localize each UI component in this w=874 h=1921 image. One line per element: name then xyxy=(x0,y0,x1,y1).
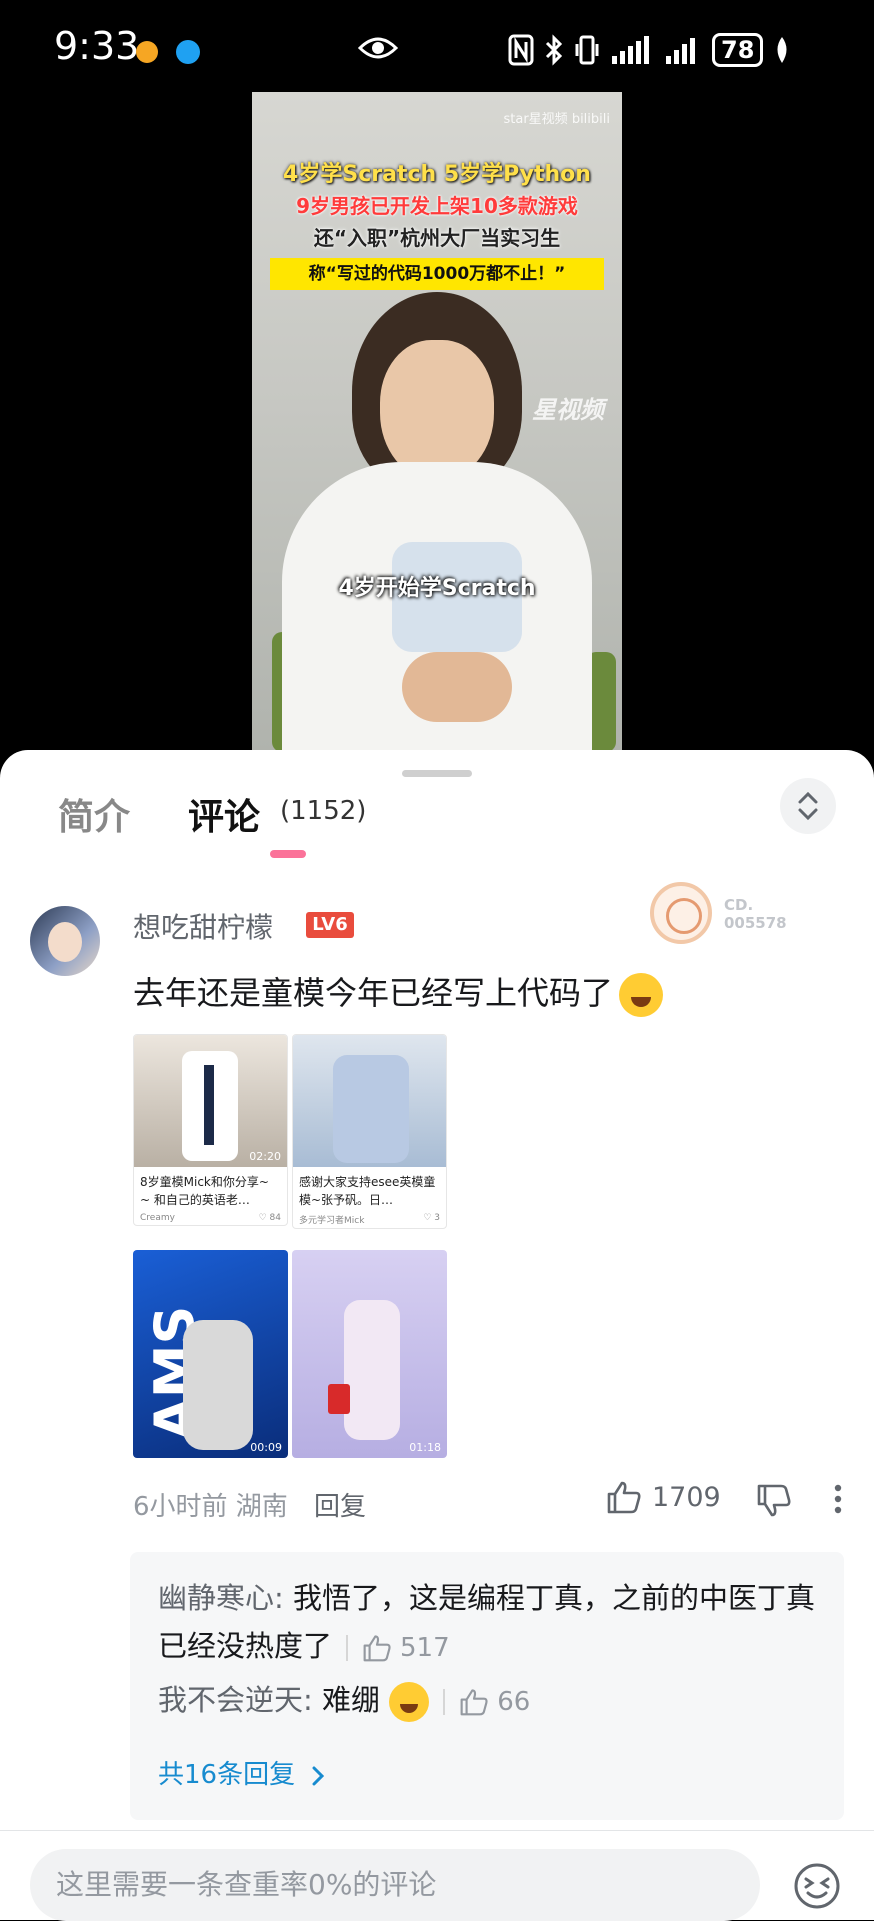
video-card-author: 多元学习者Mick xyxy=(299,1216,365,1226)
view-all-replies-link[interactable]: 共16条回复 xyxy=(158,1754,325,1791)
avatar[interactable] xyxy=(30,906,100,976)
video-card-2[interactable]: 感谢大家支持esee英模童模~张予矾。日… 多元学习者Mick ♡ 3 xyxy=(292,1034,447,1229)
tab-intro[interactable]: 简介 xyxy=(58,788,130,840)
leaf-icon xyxy=(777,37,787,63)
video-duration: 02:20 xyxy=(249,1150,281,1163)
comment-time-location: 6小时前 湖南 xyxy=(133,1492,288,1522)
comment-username[interactable]: 想吃甜柠檬 xyxy=(133,906,273,946)
comment-text: 去年还是童模今年已经写上代码了 xyxy=(133,974,614,1012)
video-card-author: Creamy xyxy=(140,1213,175,1223)
vibrate-icon xyxy=(575,35,599,65)
video-frame[interactable]: star星视频 bilibili 4岁学Scratch 5岁学Python 9岁… xyxy=(252,92,622,752)
video-card-thumbnail: 02:20 xyxy=(134,1035,287,1167)
video-card-3[interactable]: AMS 00:09 xyxy=(133,1250,288,1458)
comment-input-bar: 这里需要一条查重率0%的评论 xyxy=(0,1830,874,1921)
fan-badge-icon xyxy=(650,882,712,944)
like-count: 1709 xyxy=(652,1481,721,1513)
reply-text: 难绷 xyxy=(322,1683,381,1717)
more-vertical-icon xyxy=(834,1484,842,1514)
reply-like-button[interactable]: 66 xyxy=(459,1678,530,1726)
more-options-button[interactable] xyxy=(834,1484,842,1518)
video-duration: 00:09 xyxy=(250,1441,282,1454)
battery-indicator: 78 xyxy=(712,33,764,67)
thumbs-up-icon xyxy=(607,1481,641,1514)
laugh-cry-emoji-icon xyxy=(389,1682,430,1722)
like-button[interactable]: 1709 xyxy=(606,1480,721,1514)
view-all-replies-label: 共16条回复 xyxy=(158,1760,296,1790)
reply-like-count: 66 xyxy=(497,1687,531,1717)
thumbs-up-icon xyxy=(460,1689,488,1716)
video-watermark: star星视频 bilibili xyxy=(503,112,611,127)
status-bar: 9:33 78 xyxy=(0,0,874,100)
video-duration: 01:18 xyxy=(409,1441,441,1454)
video-logo: 星视频 xyxy=(532,396,604,424)
thumbnail-tie xyxy=(204,1065,214,1145)
fan-badge-number: CD. 005578 xyxy=(724,896,787,932)
video-person-face xyxy=(380,340,494,480)
divider xyxy=(443,1689,446,1715)
reply-item[interactable]: 我不会逆天: 难绷 66 xyxy=(158,1676,530,1726)
video-card-likes: ♡ 84 xyxy=(258,1213,281,1223)
video-card-1[interactable]: 02:20 8岁童模Mick和你分享~ ~ 和自己的英语老… Creamy ♡ … xyxy=(133,1034,288,1226)
thumbnail-figure xyxy=(333,1055,409,1163)
divider xyxy=(346,1635,349,1661)
thumbs-up-icon xyxy=(363,1635,391,1662)
notification-icon xyxy=(136,41,158,63)
app-notification-icon xyxy=(176,40,200,64)
video-caption-line1: 4岁学Scratch 5岁学Python xyxy=(283,162,591,187)
sort-toggle-button[interactable] xyxy=(780,778,836,834)
video-card-likes: ♡ 3 xyxy=(423,1213,440,1223)
thumbnail-bag xyxy=(328,1384,350,1414)
level-badge: LV6 xyxy=(306,912,354,938)
video-caption-line2: 9岁男孩已开发上架10多款游戏 xyxy=(296,194,578,218)
dislike-button[interactable] xyxy=(756,1484,792,1522)
active-tab-indicator xyxy=(270,850,306,858)
signal-icon xyxy=(612,36,649,64)
reply-username[interactable]: 幽静寒心: xyxy=(158,1581,284,1615)
thumbs-down-icon xyxy=(757,1484,791,1517)
video-caption-line4: 称“写过的代码1000万都不止！” xyxy=(270,258,604,290)
video-subtitle: 4岁开始学Scratch xyxy=(338,576,536,601)
video-player[interactable]: star星视频 bilibili 4岁学Scratch 5岁学Python 9岁… xyxy=(0,92,874,752)
nfc-icon xyxy=(508,34,534,66)
comments-sheet: 简介 评论 (1152) 想吃甜柠檬 LV6 CD. 005578 去年还是童模… xyxy=(0,750,874,1921)
reply-like-button[interactable]: 517 xyxy=(362,1624,450,1672)
signal-2-icon xyxy=(666,38,695,64)
comment-count: (1152) xyxy=(280,796,367,826)
comment-input[interactable]: 这里需要一条查重率0%的评论 xyxy=(30,1849,760,1921)
video-person-hands xyxy=(402,652,512,722)
status-time: 9:33 xyxy=(54,24,140,68)
reply-username[interactable]: 我不会逆天: xyxy=(158,1683,313,1717)
tab-comments[interactable]: 评论 xyxy=(188,788,260,840)
replies-panel: 幽静寒心: 我悟了，这是编程丁真，之前的中医丁真已经没热度了 517 我不会逆天… xyxy=(130,1552,844,1820)
video-card-title: 8岁童模Mick和你分享~ ~ 和自己的英语老… xyxy=(140,1175,269,1207)
video-card-meta: 多元学习者Mick ♡ 3 xyxy=(293,1211,446,1228)
thumbnail-figure xyxy=(183,1320,253,1450)
thumbnail-figure xyxy=(344,1300,400,1440)
sheet-drag-handle[interactable] xyxy=(402,770,472,777)
video-card-thumbnail xyxy=(293,1035,446,1167)
chevron-up-down-icon xyxy=(798,791,818,821)
laugh-cry-emoji-icon xyxy=(619,973,664,1017)
comment-body: 去年还是童模今年已经写上代码了 xyxy=(133,968,664,1017)
emoji-picker-icon[interactable] xyxy=(792,1861,842,1911)
chevron-right-icon xyxy=(312,1766,325,1785)
bluetooth-icon xyxy=(545,34,563,66)
video-card-title: 感谢大家支持esee英模童模~张予矾。日… xyxy=(299,1175,436,1207)
reply-like-count: 517 xyxy=(400,1633,450,1663)
eye-icon xyxy=(358,37,398,59)
video-card-meta: Creamy ♡ 84 xyxy=(134,1211,287,1225)
system-icons: 78 xyxy=(508,30,791,70)
reply-item[interactable]: 幽静寒心: 我悟了，这是编程丁真，之前的中医丁真已经没热度了 517 xyxy=(158,1574,828,1672)
reply-button[interactable]: 回复 xyxy=(314,1486,366,1523)
video-card-4[interactable]: 01:18 xyxy=(292,1250,447,1458)
video-caption-line3: 还“入职”杭州大厂当实习生 xyxy=(313,226,561,250)
